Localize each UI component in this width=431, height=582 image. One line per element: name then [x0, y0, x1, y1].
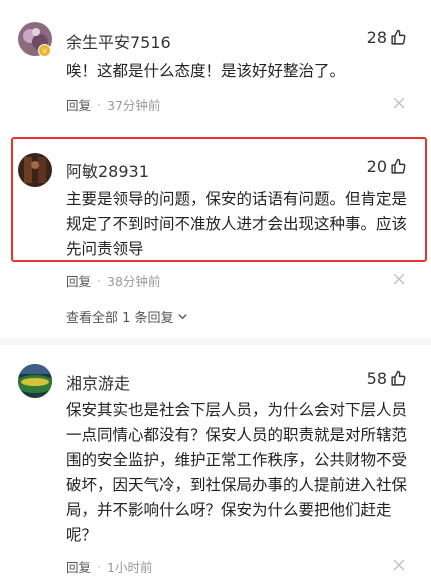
comment-meta: 回复 · 38分钟前 — [66, 271, 160, 290]
like-count: 20 — [366, 157, 387, 176]
view-all-replies-label: 查看全部 1 条回复 — [66, 311, 174, 326]
thumbs-up-icon — [391, 158, 406, 174]
view-all-replies-link[interactable]: 查看全部 1 条回复 — [66, 307, 188, 326]
like-button[interactable]: 20 — [367, 157, 407, 176]
comment-text: 保安其实也是社会下层人员，为什么会对下层人员一点同情心都没有？保安人员的职责就是… — [66, 401, 408, 544]
close-icon[interactable] — [393, 559, 405, 571]
reply-button[interactable]: 回复 — [66, 95, 91, 114]
comment-text: 主要是领导的问题，保安的话语有问题。但肯定是规定了不到时间不准放人进才会出现这种… — [66, 190, 408, 258]
timestamp: 37分钟前 — [107, 98, 161, 113]
like-count: 58 — [366, 369, 387, 388]
timestamp: 38分钟前 — [107, 274, 161, 289]
chevron-down-icon — [177, 314, 187, 320]
comment-text: 唉！这都是什么态度！是该好好整治了。 — [66, 62, 346, 80]
reply-button[interactable]: 回复 — [66, 271, 91, 290]
like-count: 28 — [366, 28, 387, 47]
separator-dot: · — [97, 97, 101, 112]
avatar[interactable] — [18, 153, 52, 187]
thumbs-up-icon — [391, 29, 406, 45]
separator-dot: · — [97, 559, 101, 574]
avatar[interactable] — [18, 364, 52, 398]
like-button[interactable]: 28 — [367, 28, 407, 47]
timestamp: 1小时前 — [107, 560, 153, 575]
reply-button[interactable]: 回复 — [66, 557, 91, 576]
username[interactable]: 余生平安7516 — [66, 29, 171, 53]
thumbs-up-icon — [391, 370, 406, 386]
verified-badge-icon: v — [38, 44, 51, 57]
close-icon[interactable] — [393, 97, 405, 109]
like-button[interactable]: 58 — [367, 369, 407, 388]
section-divider — [0, 338, 431, 345]
separator-dot: · — [97, 273, 101, 288]
comment-meta: 回复 · 37分钟前 — [66, 95, 160, 114]
comment-meta: 回复 · 1小时前 — [66, 557, 152, 576]
username[interactable]: 湘京游走 — [66, 370, 130, 394]
close-icon[interactable] — [393, 273, 405, 285]
username[interactable]: 阿敏28931 — [66, 158, 149, 182]
